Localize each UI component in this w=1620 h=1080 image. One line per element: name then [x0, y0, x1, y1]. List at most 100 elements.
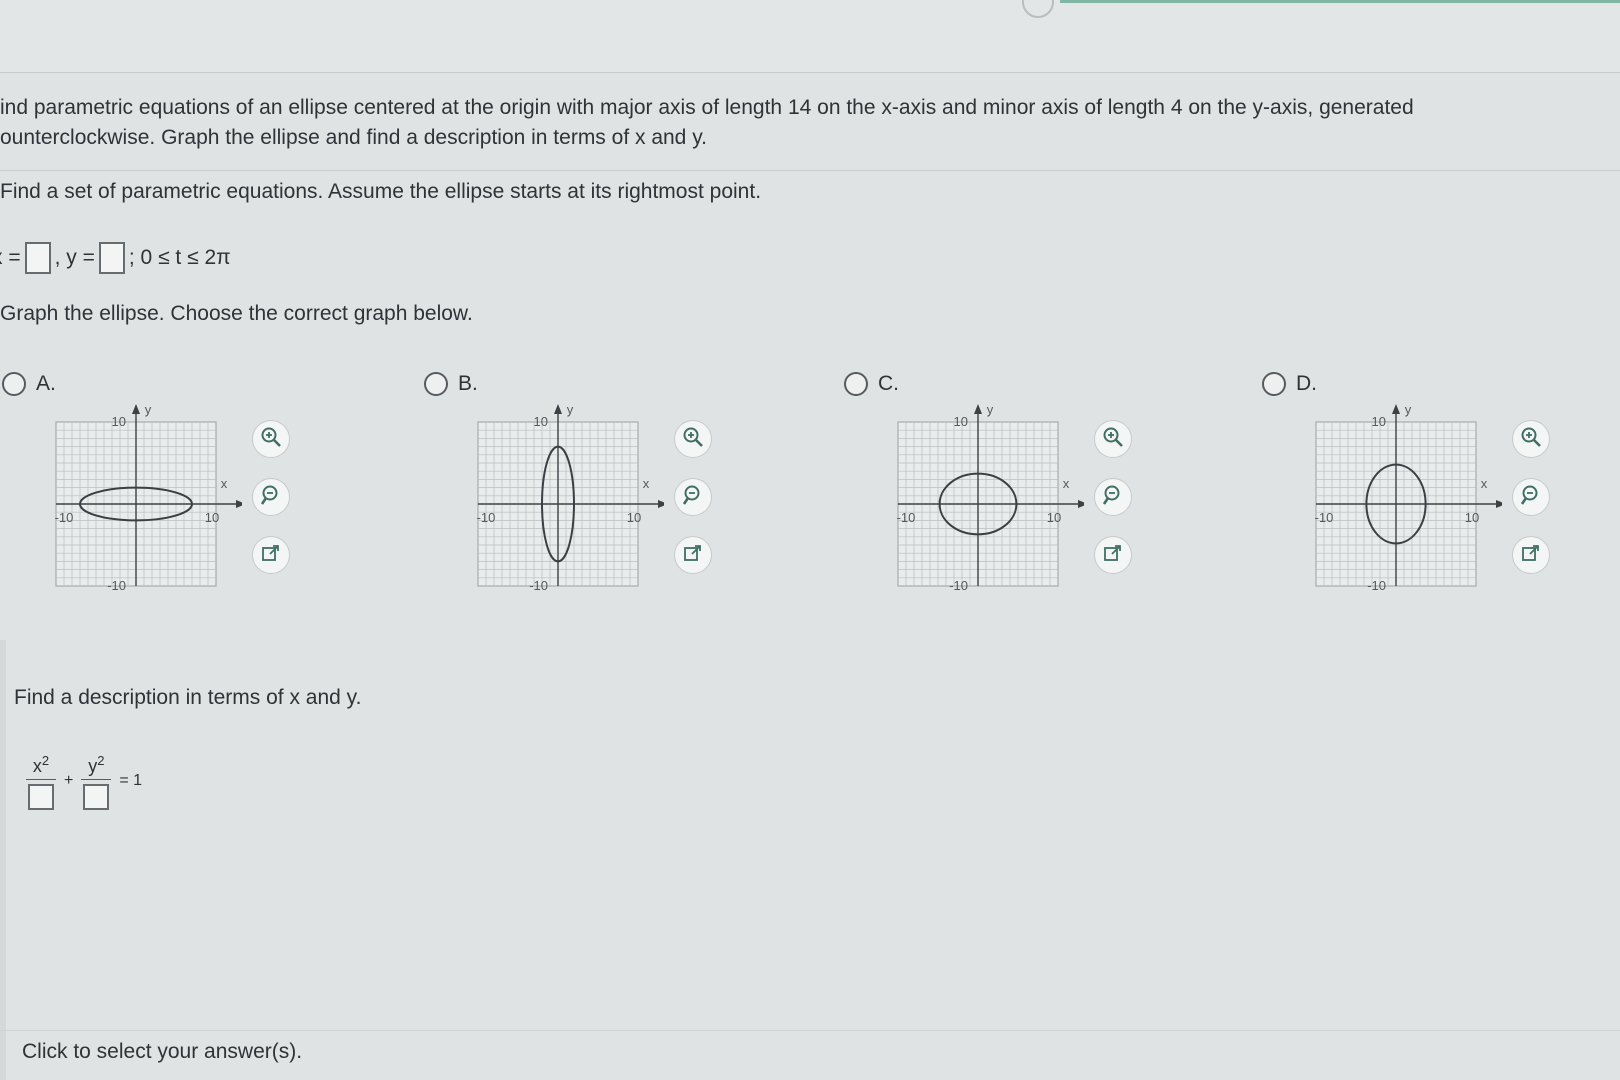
x-tick-min: -10: [1315, 510, 1334, 525]
scroll-knob[interactable]: [1022, 0, 1054, 18]
zoom-out-icon: [260, 484, 282, 511]
x-axis-label: x: [1481, 476, 1488, 491]
y-tick-max: 10: [112, 414, 126, 429]
option-label: D.: [1296, 372, 1317, 395]
zoom-in-icon: [682, 426, 704, 453]
y-fraction: y2: [81, 753, 112, 810]
x-axis-arrow: [236, 500, 242, 508]
progress-accent: [1060, 0, 1620, 3]
popout-icon: [261, 543, 281, 568]
y-tick-min: -10: [529, 578, 548, 593]
left-edge: [0, 640, 6, 1080]
x-denominator-box[interactable]: [28, 783, 54, 810]
popout-button[interactable]: [252, 536, 290, 574]
x-tick-max: 10: [627, 510, 641, 525]
y-axis-label: y: [1405, 404, 1412, 417]
option-header[interactable]: A.: [2, 372, 56, 396]
radio-button[interactable]: [424, 372, 448, 396]
zoom-out-button[interactable]: [252, 478, 290, 516]
graph-tools: [674, 420, 714, 594]
part1-instruction: Find a set of parametric equations. Assu…: [0, 180, 762, 203]
y-axis-label: y: [567, 404, 574, 417]
popout-icon: [683, 543, 703, 568]
graph-tools: [252, 420, 292, 594]
y-answer-box[interactable]: [98, 242, 125, 274]
y-axis-label: y: [987, 404, 994, 417]
y-axis-arrow: [132, 404, 140, 414]
option-header[interactable]: C.: [844, 372, 899, 396]
x-tick-min: -10: [477, 510, 496, 525]
radio-button[interactable]: [1262, 372, 1286, 396]
zoom-out-button[interactable]: [674, 478, 712, 516]
x-tick-max: 10: [1047, 510, 1061, 525]
popout-button[interactable]: [674, 536, 712, 574]
graph-option-a[interactable]: A. 10 -10 10 -10 x y: [2, 372, 332, 632]
option-label: A.: [36, 372, 56, 395]
zoom-in-button[interactable]: [252, 420, 290, 458]
question-line-2: ounterclockwise. Graph the ellipse and f…: [0, 126, 707, 149]
popout-button[interactable]: [1512, 536, 1550, 574]
graph-tools: [1512, 420, 1552, 594]
popout-button[interactable]: [1094, 536, 1132, 574]
footer-divider: [0, 1030, 1620, 1031]
popout-icon: [1103, 543, 1123, 568]
x-tick-max: 10: [1465, 510, 1479, 525]
equation-answer-row: x2 + y2 = 1: [22, 736, 146, 826]
x-tick-min: -10: [897, 510, 916, 525]
y-numerator: y: [88, 755, 98, 776]
x-answer-box[interactable]: [24, 242, 51, 274]
zoom-in-icon: [1520, 426, 1542, 453]
y-axis-arrow: [1392, 404, 1400, 414]
x-axis-label: x: [1063, 476, 1070, 491]
ellipse-graph[interactable]: 10 -10 10 -10 x y: [464, 404, 664, 614]
x-exponent: 2: [41, 752, 50, 768]
graph-option-c[interactable]: C. 10 -10 10 -10 x y: [844, 372, 1174, 632]
zoom-in-button[interactable]: [674, 420, 712, 458]
y-tick-max: 10: [1372, 414, 1386, 429]
y-axis-arrow: [974, 404, 982, 414]
x-prefix: x =: [0, 246, 21, 269]
part2-instruction: Graph the ellipse. Choose the correct gr…: [0, 302, 473, 325]
zoom-out-icon: [682, 484, 704, 511]
zoom-in-button[interactable]: [1512, 420, 1550, 458]
y-axis-label: y: [145, 404, 152, 417]
graph-option-d[interactable]: D. 10 -10 10 -10 x y: [1262, 372, 1592, 632]
question-line-1: ind parametric equations of an ellipse c…: [0, 96, 1414, 119]
plus-sign: +: [64, 772, 74, 789]
y-tick-min: -10: [1367, 578, 1386, 593]
t-range: ; 0 ≤ t ≤ 2π: [128, 246, 231, 269]
x-axis-label: x: [221, 476, 228, 491]
zoom-out-button[interactable]: [1512, 478, 1550, 516]
option-header[interactable]: B.: [424, 372, 478, 396]
y-prefix: , y =: [54, 246, 95, 269]
y-tick-min: -10: [949, 578, 968, 593]
y-axis-arrow: [554, 404, 562, 414]
graph-tools: [1094, 420, 1134, 594]
zoom-in-button[interactable]: [1094, 420, 1132, 458]
option-header[interactable]: D.: [1262, 372, 1317, 396]
zoom-in-icon: [1102, 426, 1124, 453]
equals-one: = 1: [119, 772, 143, 789]
x-tick-max: 10: [205, 510, 219, 525]
y-tick-min: -10: [107, 578, 126, 593]
option-label: C.: [878, 372, 899, 395]
x-axis-arrow: [1078, 500, 1084, 508]
radio-button[interactable]: [844, 372, 868, 396]
x-axis-arrow: [1496, 500, 1502, 508]
y-denominator-box[interactable]: [83, 783, 110, 810]
zoom-out-button[interactable]: [1094, 478, 1132, 516]
graph-option-b[interactable]: B. 10 -10 10 -10 x y: [424, 372, 754, 632]
parametric-answer-row: x = , y = ; 0 ≤ t ≤ 2π: [0, 238, 231, 278]
y-tick-max: 10: [534, 414, 548, 429]
top-bar: [0, 0, 1620, 73]
radio-button[interactable]: [2, 372, 26, 396]
option-label: B.: [458, 372, 478, 395]
x-axis-label: x: [643, 476, 650, 491]
ellipse-graph[interactable]: 10 -10 10 -10 x y: [42, 404, 242, 614]
fraction-bar: [81, 778, 112, 780]
popout-icon: [1521, 543, 1541, 568]
zoom-in-icon: [260, 426, 282, 453]
ellipse-graph[interactable]: 10 -10 10 -10 x y: [884, 404, 1084, 614]
x-numerator: x: [32, 755, 42, 776]
ellipse-graph[interactable]: 10 -10 10 -10 x y: [1302, 404, 1502, 614]
